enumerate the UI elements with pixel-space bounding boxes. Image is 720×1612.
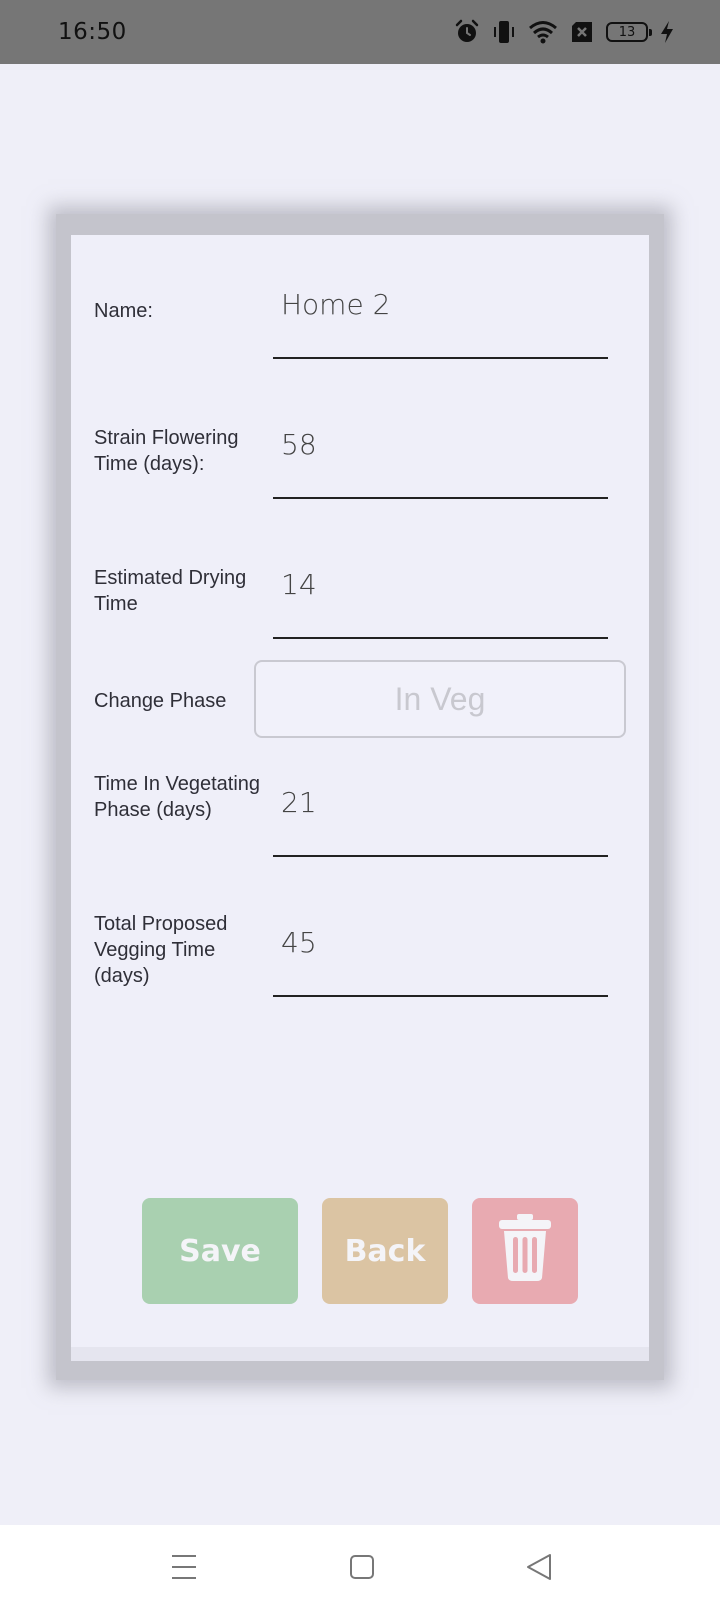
vibrate-icon xyxy=(492,19,516,45)
trash-icon xyxy=(495,1212,555,1290)
status-time: 16:50 xyxy=(58,19,127,45)
change-phase-button[interactable]: In Veg xyxy=(254,660,626,738)
wifi-icon xyxy=(528,20,558,44)
total-veg-time-label: Total Proposed Vegging Time (days) xyxy=(94,913,228,987)
sim-off-icon xyxy=(570,21,594,43)
menu-icon[interactable] xyxy=(171,1553,197,1586)
total-veg-time-input[interactable]: 45 xyxy=(281,926,601,959)
drying-time-underline xyxy=(273,637,608,639)
total-veg-time-underline xyxy=(273,995,608,997)
charging-icon xyxy=(660,20,674,44)
flowering-time-underline xyxy=(273,497,608,499)
change-phase-label: Change Phase xyxy=(94,690,227,712)
delete-button[interactable] xyxy=(472,1198,578,1304)
name-input[interactable]: Home 2 xyxy=(281,288,601,321)
flowering-time-label: Strain Flowering Time (days): xyxy=(94,427,239,475)
save-button[interactable]: Save xyxy=(142,1198,298,1304)
nav-bar xyxy=(0,1525,720,1612)
drying-time-label: Estimated Drying Time xyxy=(94,567,247,615)
status-icons: 13 xyxy=(454,19,674,45)
battery-icon: 13 xyxy=(606,22,652,42)
name-underline xyxy=(273,357,608,359)
name-label: Name: xyxy=(94,300,153,322)
veg-time-label: Time In Vegetating Phase (days) xyxy=(94,773,261,821)
back-button[interactable]: Back xyxy=(322,1198,448,1304)
drying-time-input[interactable]: 14 xyxy=(281,568,601,601)
veg-time-input[interactable]: 21 xyxy=(281,786,601,819)
veg-time-underline xyxy=(273,855,608,857)
back-triangle-icon[interactable] xyxy=(526,1553,552,1586)
alarm-icon xyxy=(454,19,480,45)
status-bar: 16:50 13 xyxy=(0,0,720,64)
home-square-icon[interactable] xyxy=(349,1553,375,1586)
flowering-time-input[interactable]: 58 xyxy=(281,428,601,461)
